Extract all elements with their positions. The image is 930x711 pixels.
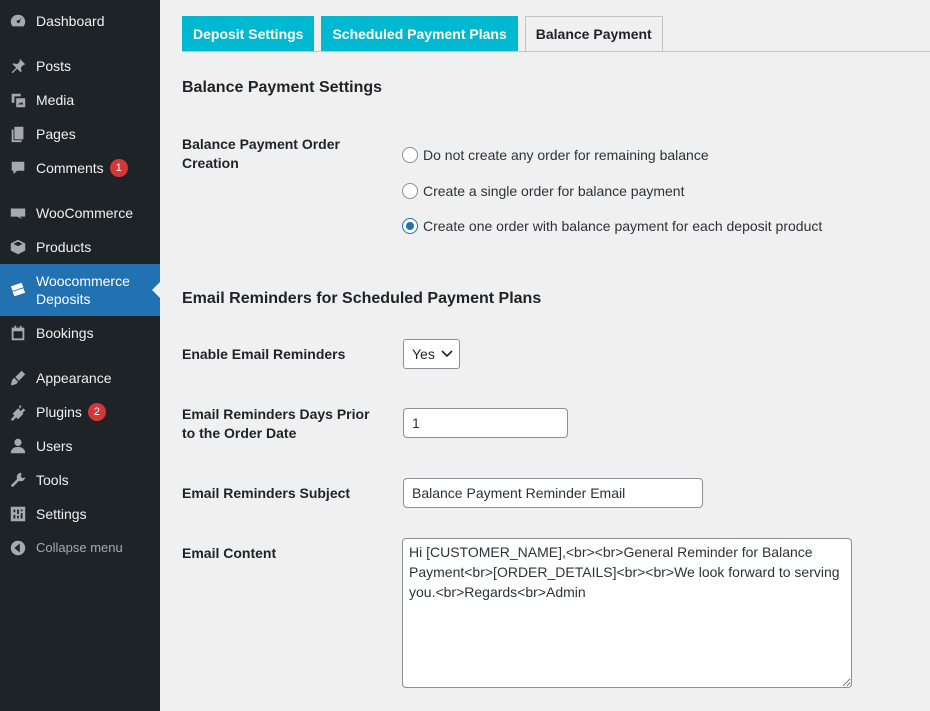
comments-count-badge: 1	[109, 159, 128, 177]
menu-woocommerce-deposits[interactable]: Woocommerce Deposits	[0, 264, 160, 316]
menu-posts[interactable]: Posts	[0, 49, 160, 83]
brush-icon	[0, 361, 36, 395]
settings-icon	[0, 497, 36, 531]
plugins-count-badge: 2	[87, 403, 106, 421]
settings-content: Deposit Settings Scheduled Payment Plans…	[160, 0, 930, 711]
pages-icon	[0, 117, 36, 151]
radio-circle-selected[interactable]	[402, 218, 418, 234]
menu-label: Dashboard	[36, 13, 105, 29]
plugin-icon	[0, 395, 36, 429]
menu-label: Appearance	[36, 370, 112, 386]
menu-dashboard[interactable]: Dashboard	[0, 4, 160, 38]
menu-label: Users	[36, 438, 73, 454]
radio-circle[interactable]	[402, 147, 418, 163]
dashboard-icon	[0, 4, 36, 38]
select-value: Yes	[412, 346, 435, 362]
menu-label: Posts	[36, 58, 72, 74]
settings-tabs: Deposit Settings Scheduled Payment Plans…	[182, 16, 670, 52]
menu-label: Collapse menu	[36, 540, 123, 555]
enable-reminders-select[interactable]: Yes	[403, 339, 460, 369]
radio-label: Create a single order for balance paymen…	[423, 183, 685, 199]
menu-label: Plugins	[36, 404, 82, 420]
menu-label: Settings	[36, 506, 87, 522]
menu-label: WooCommerce	[36, 205, 133, 221]
menu-label: Tools	[36, 472, 69, 488]
radio-order-per-product[interactable]: Create one order with balance payment fo…	[402, 218, 822, 234]
balance-settings-heading: Balance Payment Settings	[182, 79, 383, 96]
media-icon	[0, 83, 36, 117]
enable-reminders-label: Enable Email Reminders	[182, 346, 346, 362]
radio-circle[interactable]	[402, 183, 418, 199]
tab-scheduled-payment-plans[interactable]: Scheduled Payment Plans	[321, 16, 518, 52]
menu-tools[interactable]: Tools	[0, 463, 160, 497]
admin-sidebar: Dashboard Posts Media Pages Comments 1 W…	[0, 0, 160, 711]
menu-pages[interactable]: Pages	[0, 117, 160, 151]
radio-no-order[interactable]: Do not create any order for remaining ba…	[402, 147, 709, 163]
comments-icon	[0, 151, 36, 185]
user-icon	[0, 429, 36, 463]
deposits-icon	[0, 264, 36, 316]
menu-appearance[interactable]: Appearance	[0, 361, 160, 395]
collapse-menu-button[interactable]: Collapse menu	[0, 531, 160, 565]
tab-divider	[182, 51, 930, 52]
menu-plugins[interactable]: Plugins 2	[0, 395, 160, 429]
menu-label: Pages	[36, 126, 76, 142]
menu-label: Comments	[36, 160, 104, 176]
menu-label: Bookings	[36, 325, 94, 341]
email-reminders-heading: Email Reminders for Scheduled Payment Pl…	[182, 290, 542, 307]
reminder-days-input[interactable]	[403, 408, 568, 438]
woocommerce-icon	[0, 196, 36, 230]
radio-single-order[interactable]: Create a single order for balance paymen…	[402, 183, 684, 199]
reminder-subject-input[interactable]	[403, 478, 703, 508]
menu-label: Media	[36, 92, 75, 108]
wrench-icon	[0, 463, 36, 497]
calendar-icon	[0, 316, 36, 350]
menu-bookings[interactable]: Bookings	[0, 316, 160, 350]
email-content-textarea[interactable]: Hi [CUSTOMER_NAME],<br><br>General Remin…	[402, 538, 852, 688]
reminder-days-label: Email Reminders Days Prior to the Order …	[182, 406, 370, 441]
menu-media[interactable]: Media	[0, 83, 160, 117]
products-icon	[0, 230, 36, 264]
menu-woocommerce[interactable]: WooCommerce	[0, 196, 160, 230]
collapse-icon	[0, 531, 36, 565]
radio-label: Create one order with balance payment fo…	[423, 218, 823, 234]
pin-icon	[0, 49, 36, 83]
menu-users[interactable]: Users	[0, 429, 160, 463]
reminder-subject-label: Email Reminders Subject	[182, 485, 351, 501]
email-content-label: Email Content	[182, 545, 277, 561]
menu-settings[interactable]: Settings	[0, 497, 160, 531]
chevron-down-icon	[441, 350, 453, 358]
menu-comments[interactable]: Comments 1	[0, 151, 160, 185]
menu-label: Woocommerce Deposits	[36, 273, 130, 307]
tab-balance-payment[interactable]: Balance Payment	[524, 16, 663, 52]
radio-label: Do not create any order for remaining ba…	[423, 147, 709, 163]
order-creation-label: Balance Payment Order Creation	[182, 136, 340, 171]
menu-label: Products	[36, 239, 92, 255]
menu-products[interactable]: Products	[0, 230, 160, 264]
tab-deposit-settings[interactable]: Deposit Settings	[182, 16, 315, 52]
